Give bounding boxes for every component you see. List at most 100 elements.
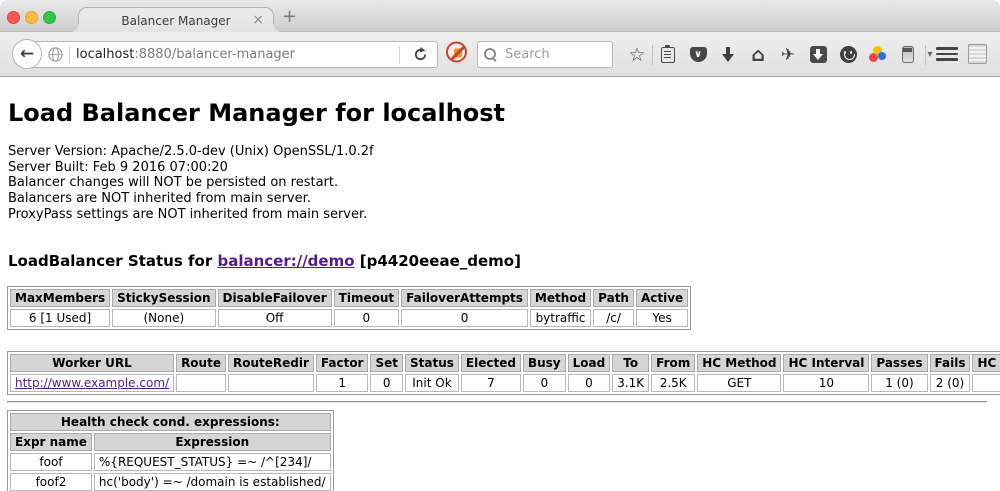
page-clip-icon[interactable]	[968, 44, 987, 64]
paper-plane-icon: ✈	[781, 45, 795, 65]
close-window-button[interactable]	[7, 11, 20, 24]
clipboard-icon	[661, 47, 675, 63]
table-row: foof %{REQUEST_STATUS} =~ /^[234]/	[10, 453, 331, 471]
page-content: Load Balancer Manager for localhost Serv…	[0, 99, 1000, 491]
urlbar-divider	[399, 46, 400, 64]
col-elected: Elected	[461, 354, 521, 372]
bookmarks-menu-button[interactable]	[653, 47, 683, 63]
balancer-demo-link[interactable]: balancer://demo	[217, 252, 354, 270]
col-worker-url: Worker URL	[10, 354, 174, 372]
col-load: Load	[568, 354, 611, 372]
page-title: Load Balancer Manager for localhost	[8, 99, 993, 128]
table-caption-row: Health check cond. expressions:	[10, 413, 331, 431]
chat-extension-button[interactable]	[833, 46, 863, 63]
navigation-toolbar: ← localhost:8880/balancer-manager	[0, 32, 1000, 77]
menu-button[interactable]	[936, 47, 958, 64]
col-failoverattempts: FailoverAttempts	[401, 289, 528, 307]
persist-notice-line: Balancer changes will NOT be persisted o…	[8, 175, 993, 191]
extension-download-button[interactable]	[803, 46, 833, 63]
square-download-icon	[810, 46, 827, 63]
cell-disablefailover: Off	[218, 309, 332, 327]
separator	[7, 401, 987, 403]
send-tab-button[interactable]: ✈	[773, 45, 803, 65]
server-version-line: Server Version: Apache/2.5.0-dev (Unix) …	[8, 144, 993, 160]
col-factor: Factor	[316, 354, 369, 372]
col-timeout: Timeout	[334, 289, 399, 307]
tab-close-icon[interactable]: ×	[252, 12, 264, 28]
cell-route	[176, 374, 226, 392]
cell-hc-interval: 10	[783, 374, 869, 392]
cell-factor: 1	[316, 374, 369, 392]
pocket-button[interactable]: ∨	[683, 47, 713, 62]
cell-expr-name: foof	[10, 453, 92, 471]
cell-active: Yes	[636, 309, 688, 327]
server-info: Server Version: Apache/2.5.0-dev (Unix) …	[8, 144, 993, 223]
tab-strip: Balancer Manager × +	[0, 0, 1000, 32]
table-row: 6 [1 Used] (None) Off 0 0 bytraffic /c/ …	[10, 309, 688, 327]
col-to: To	[612, 354, 649, 372]
cell-routeredir	[228, 374, 314, 392]
cell-status: Init Ok	[405, 374, 459, 392]
col-route: Route	[176, 354, 226, 372]
colored-dots-icon	[869, 46, 887, 64]
inherit-notice-line: Balancers are NOT inherited from main se…	[8, 191, 993, 207]
proxypass-notice-line: ProxyPass settings are NOT inherited fro…	[8, 207, 993, 223]
toolbar-divider	[925, 45, 926, 65]
col-passes: Passes	[871, 354, 927, 372]
table-header-row: Expr name Expression	[10, 433, 331, 451]
maximize-window-button[interactable]	[43, 11, 56, 24]
globe-icon	[48, 47, 63, 62]
col-set: Set	[370, 354, 403, 372]
url-path: :8880/balancer-manager	[134, 47, 295, 62]
cell-passes: 1 (0)	[871, 374, 927, 392]
battery-icon	[902, 46, 914, 63]
cell-elected: 7	[461, 374, 521, 392]
bookmark-star-button[interactable]: ☆	[622, 44, 652, 66]
cell-method: bytraffic	[530, 309, 591, 327]
col-hc-method: HC Method	[697, 354, 781, 372]
health-table-caption: Health check cond. expressions:	[10, 413, 331, 431]
col-maxmembers: MaxMembers	[10, 289, 110, 307]
url-bar[interactable]: localhost:8880/balancer-manager	[27, 41, 438, 68]
back-button[interactable]: ←	[12, 39, 42, 69]
col-active: Active	[636, 289, 688, 307]
cell-fails: 2 (0)	[930, 374, 971, 392]
colored-dots-extension-button[interactable]	[863, 46, 893, 64]
cell-to: 3.1K	[612, 374, 649, 392]
reload-icon[interactable]	[413, 47, 428, 62]
back-arrow-icon: ←	[20, 44, 34, 64]
col-hc-uri: HC uri	[972, 354, 1000, 372]
url-text[interactable]: localhost:8880/balancer-manager	[76, 47, 295, 62]
cell-maxmembers: 6 [1 Used]	[10, 309, 110, 327]
search-bar[interactable]	[477, 41, 613, 68]
cell-stickysession: (None)	[112, 309, 215, 327]
search-input[interactable]	[503, 46, 603, 63]
cell-failoverattempts: 0	[401, 309, 528, 327]
balancer-settings-table: MaxMembers StickySession DisableFailover…	[7, 286, 691, 330]
cell-load: 0	[568, 374, 611, 392]
home-button[interactable]: ⌂	[743, 44, 773, 66]
url-domain: localhost	[76, 47, 134, 62]
downloads-button[interactable]	[713, 47, 743, 62]
cell-expression: %{REQUEST_STATUS} =~ /^[234]/	[94, 453, 331, 471]
col-from: From	[651, 354, 695, 372]
tab-balancer-manager[interactable]: Balancer Manager ×	[78, 7, 274, 33]
cell-set: 0	[370, 374, 403, 392]
worker-url-link[interactable]: http://www.example.com/	[15, 376, 169, 390]
new-tab-button[interactable]: +	[282, 6, 297, 27]
container-extension-button[interactable]	[893, 46, 923, 63]
smiley-icon	[840, 46, 857, 63]
cell-busy: 0	[523, 374, 566, 392]
star-icon: ☆	[628, 44, 645, 66]
toolbar-icon-strip: ☆ ∨ ⌂ ✈ ▾	[622, 32, 937, 77]
col-stickysession: StickySession	[112, 289, 215, 307]
cell-expression: hc('body') =~ /domain is established/	[94, 473, 331, 491]
cell-worker-url: http://www.example.com/	[10, 374, 174, 392]
minimize-window-button[interactable]	[25, 11, 38, 24]
worker-status-table: Worker URL Route RouteRedir Factor Set S…	[7, 351, 1000, 395]
blocked-content-icon[interactable]	[446, 41, 467, 62]
col-routeredir: RouteRedir	[228, 354, 314, 372]
col-fails: Fails	[930, 354, 971, 372]
table-row: http://www.example.com/ 1 0 Init Ok 7 0 …	[10, 374, 1000, 392]
cell-path: /c/	[593, 309, 634, 327]
